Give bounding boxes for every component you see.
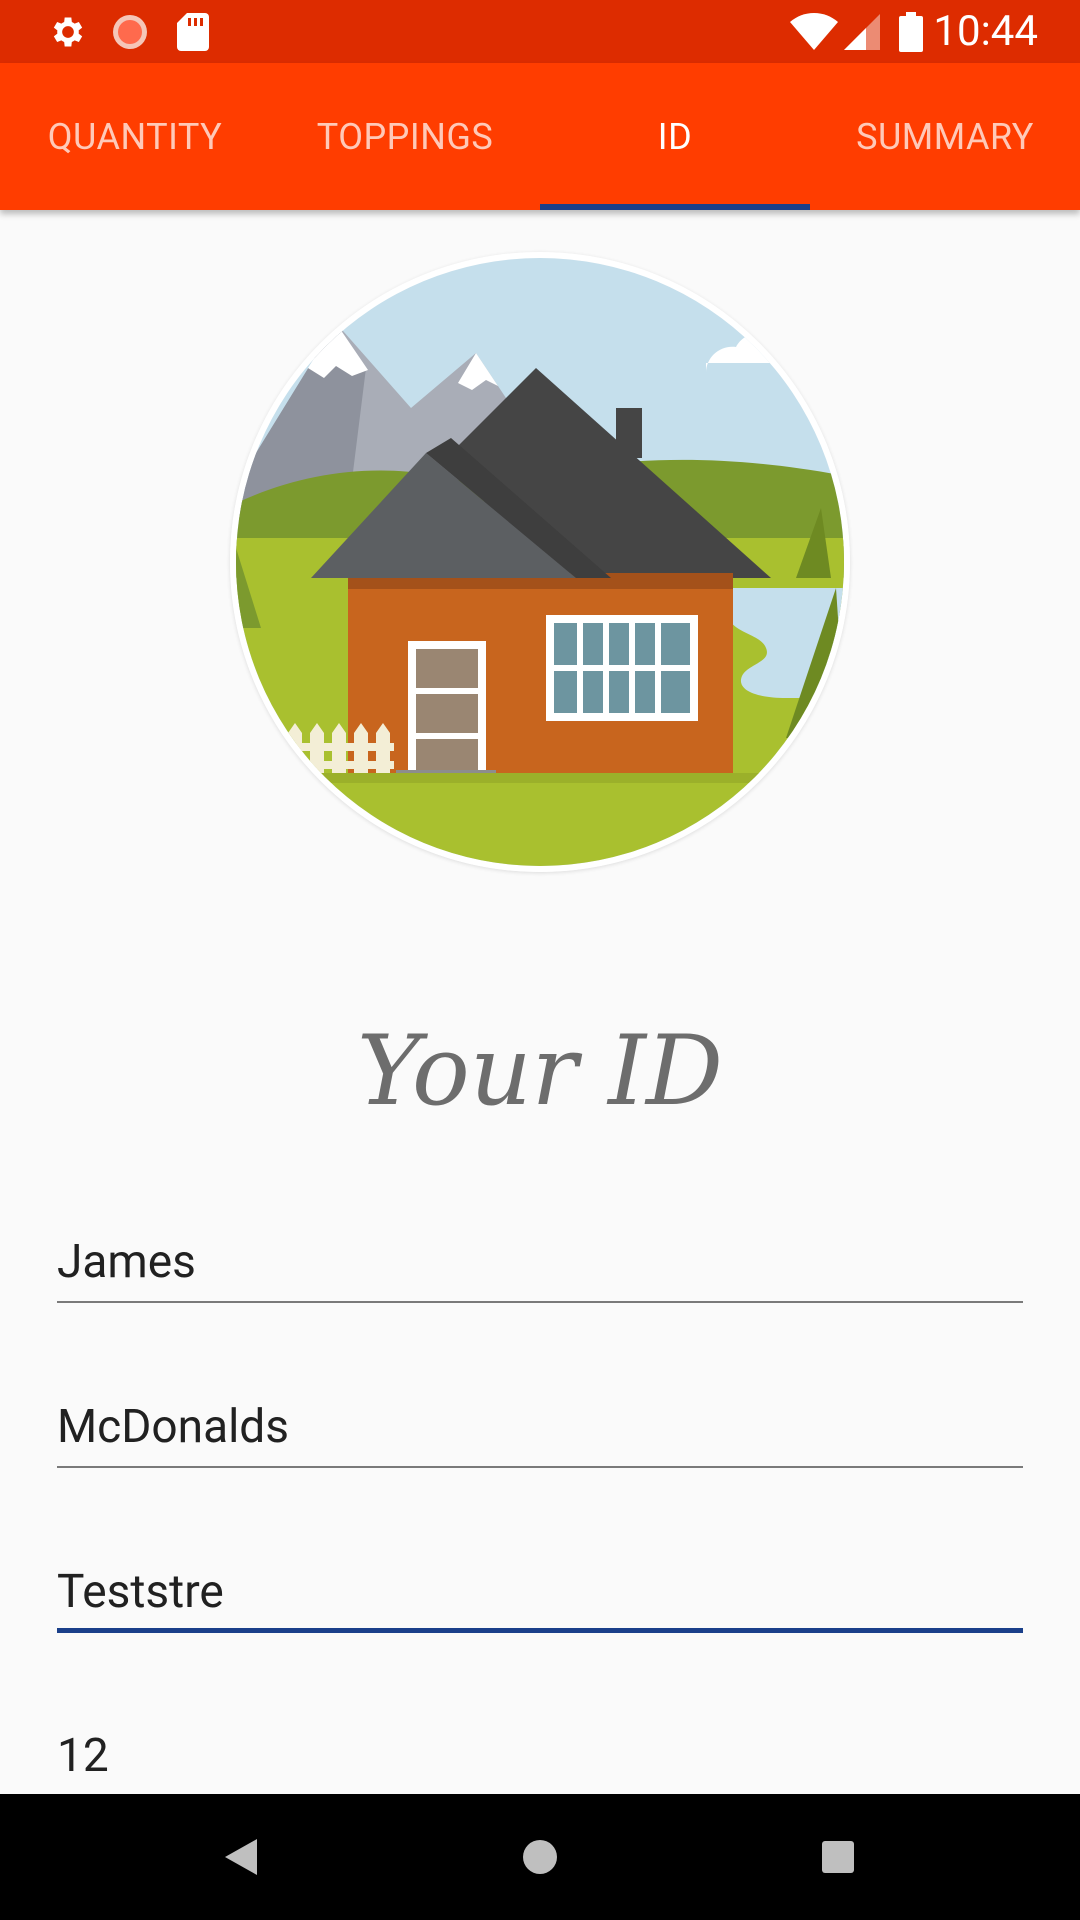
- id-form: Your ID James McDonalds Teststre 12: [0, 210, 1080, 1797]
- home-icon[interactable]: [510, 1827, 570, 1887]
- first-name-field[interactable]: James: [57, 1213, 1023, 1303]
- field-underline: [57, 1466, 1023, 1468]
- tab-bar: QUANTITY TOPPINGS ID SUMMARY: [0, 63, 1080, 210]
- back-icon[interactable]: [212, 1827, 272, 1887]
- battery-icon: [898, 12, 924, 52]
- wifi-icon: [790, 12, 838, 52]
- tab-summary[interactable]: SUMMARY: [810, 63, 1080, 210]
- recording-icon: [110, 12, 150, 52]
- tab-toppings[interactable]: TOPPINGS: [270, 63, 540, 210]
- page-title: Your ID: [357, 1015, 723, 1127]
- field-underline-focused: [57, 1628, 1023, 1633]
- field-underline: [57, 1301, 1023, 1303]
- status-bar: 10:44: [0, 0, 1080, 63]
- status-time: 10:44: [933, 7, 1038, 56]
- tab-quantity[interactable]: QUANTITY: [0, 63, 270, 210]
- cell-signal-icon: [842, 12, 882, 52]
- house-illustration: [230, 252, 850, 872]
- tab-id[interactable]: ID: [540, 63, 810, 210]
- last-name-field[interactable]: McDonalds: [57, 1378, 1023, 1468]
- sd-card-icon: [176, 12, 210, 52]
- navigation-bar: [0, 1794, 1080, 1920]
- house-number-field[interactable]: 12: [57, 1707, 1023, 1797]
- street-field[interactable]: Teststre: [57, 1543, 1023, 1633]
- house-number-value: 12: [57, 1729, 109, 1783]
- first-name-value: James: [57, 1235, 196, 1289]
- recents-icon[interactable]: [808, 1827, 868, 1887]
- settings-icon: [48, 12, 88, 52]
- street-value: Teststre: [57, 1565, 224, 1619]
- last-name-value: McDonalds: [57, 1400, 289, 1454]
- tab-indicator: [540, 204, 810, 210]
